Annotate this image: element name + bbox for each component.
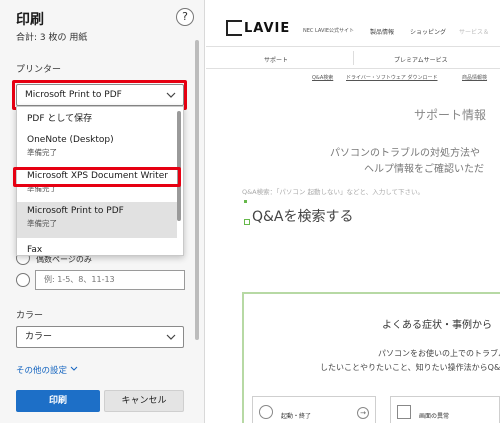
printer-option-save-pdf[interactable]: PDF として保存 [17, 111, 177, 124]
sheet-count: 合計: 3 枚の 用紙 [16, 33, 88, 43]
color-label: カラー [16, 311, 44, 321]
topnav-item: 製品情報 [370, 29, 395, 36]
faq-card-startup: 起動・終了 → [252, 396, 376, 423]
xps-option-highlight [13, 167, 181, 187]
topnav-item: サービス＆ [459, 29, 490, 36]
search-hint: Q&A検索：「パソコン 起動しない」などと、入力して下さい。 [242, 188, 424, 196]
chevron-down-icon [70, 366, 78, 376]
printer-option-print-to-pdf[interactable]: Microsoft Print to PDF 準備完了 [17, 202, 177, 238]
faq-card-label: 画面の異常 [419, 413, 450, 420]
nav-support: サポート [264, 57, 289, 64]
logo-subtitle: NEC LAVIE公式サイト [303, 28, 355, 34]
faq-card-screen: 画面の異常 [390, 396, 500, 423]
print-panel: 印刷 合計: 3 枚の 用紙 ? プリンター Microsoft Print t… [0, 0, 205, 423]
printer-option-onenote[interactable]: OneNote (Desktop) 準備完了 [17, 135, 177, 158]
sublink: 商品情報検 [462, 75, 488, 81]
print-preview: LAVIE NEC LAVIE公式サイト 製品情報 ショッピング サービス＆ サ… [206, 0, 500, 423]
cancel-button[interactable]: キャンセル [104, 390, 184, 412]
power-icon [259, 405, 273, 419]
more-settings-link[interactable]: その他の設定 [16, 364, 78, 376]
divider [353, 51, 354, 65]
printer-option-name: Microsoft Print to PDF [27, 206, 124, 216]
printer-option-name: Fax [27, 245, 43, 255]
sublink: Q&A検索 [312, 75, 334, 81]
faq-text: したいことやりたいこと、知りたい操作法からQ&A [320, 363, 500, 372]
logo-text: LAVIE [244, 20, 291, 36]
decoration-square [244, 219, 250, 225]
page-range-field[interactable] [35, 270, 185, 290]
printer-option-fax[interactable]: Fax [17, 245, 177, 255]
nav-premium: プレミアムサービス [394, 57, 448, 64]
help-icon[interactable]: ? [176, 8, 194, 26]
hero-line: ヘルプ情報をご確認いただ [364, 164, 484, 175]
divider [206, 46, 500, 47]
lavie-logo: LAVIE [226, 20, 290, 36]
printer-option-name: OneNote (Desktop) [27, 135, 114, 145]
panel-title: 印刷 [16, 12, 44, 28]
divider [206, 68, 500, 69]
faq-card-label: 起動・終了 [281, 413, 312, 420]
qa-search-title: Q&Aを検索する [252, 209, 354, 225]
color-select-value: カラー [25, 332, 53, 342]
panel-scrollbar[interactable] [195, 40, 199, 340]
logo-mark-icon [226, 20, 242, 36]
print-button[interactable]: 印刷 [16, 390, 100, 412]
printer-option-name: PDF として保存 [27, 114, 93, 124]
screen-error-icon [397, 405, 411, 419]
arrow-right-icon: → [357, 407, 369, 419]
hero-line: パソコンのトラブルの対処方法や [330, 148, 480, 159]
printer-label: プリンター [16, 65, 62, 75]
dropdown-scrollbar[interactable] [177, 111, 181, 221]
custom-range-radio[interactable] [16, 273, 30, 287]
chevron-down-icon [166, 327, 176, 355]
page-range-input[interactable] [44, 275, 179, 284]
color-select[interactable]: カラー [16, 326, 184, 348]
faq-text: パソコンをお使いの上でのトラブルな [378, 349, 500, 358]
decoration-dot [244, 200, 247, 203]
sublink: ドライバー・ソフトウェア ダウンロード [346, 75, 438, 81]
faq-title: よくある症状・事例から [382, 320, 492, 331]
hero-title: サポート情報 [414, 108, 487, 122]
printer-option-status: 準備完了 [27, 148, 57, 157]
topnav-item: ショッピング [410, 29, 447, 36]
more-settings-label: その他の設定 [16, 366, 68, 376]
printer-option-status: 準備完了 [27, 219, 57, 228]
